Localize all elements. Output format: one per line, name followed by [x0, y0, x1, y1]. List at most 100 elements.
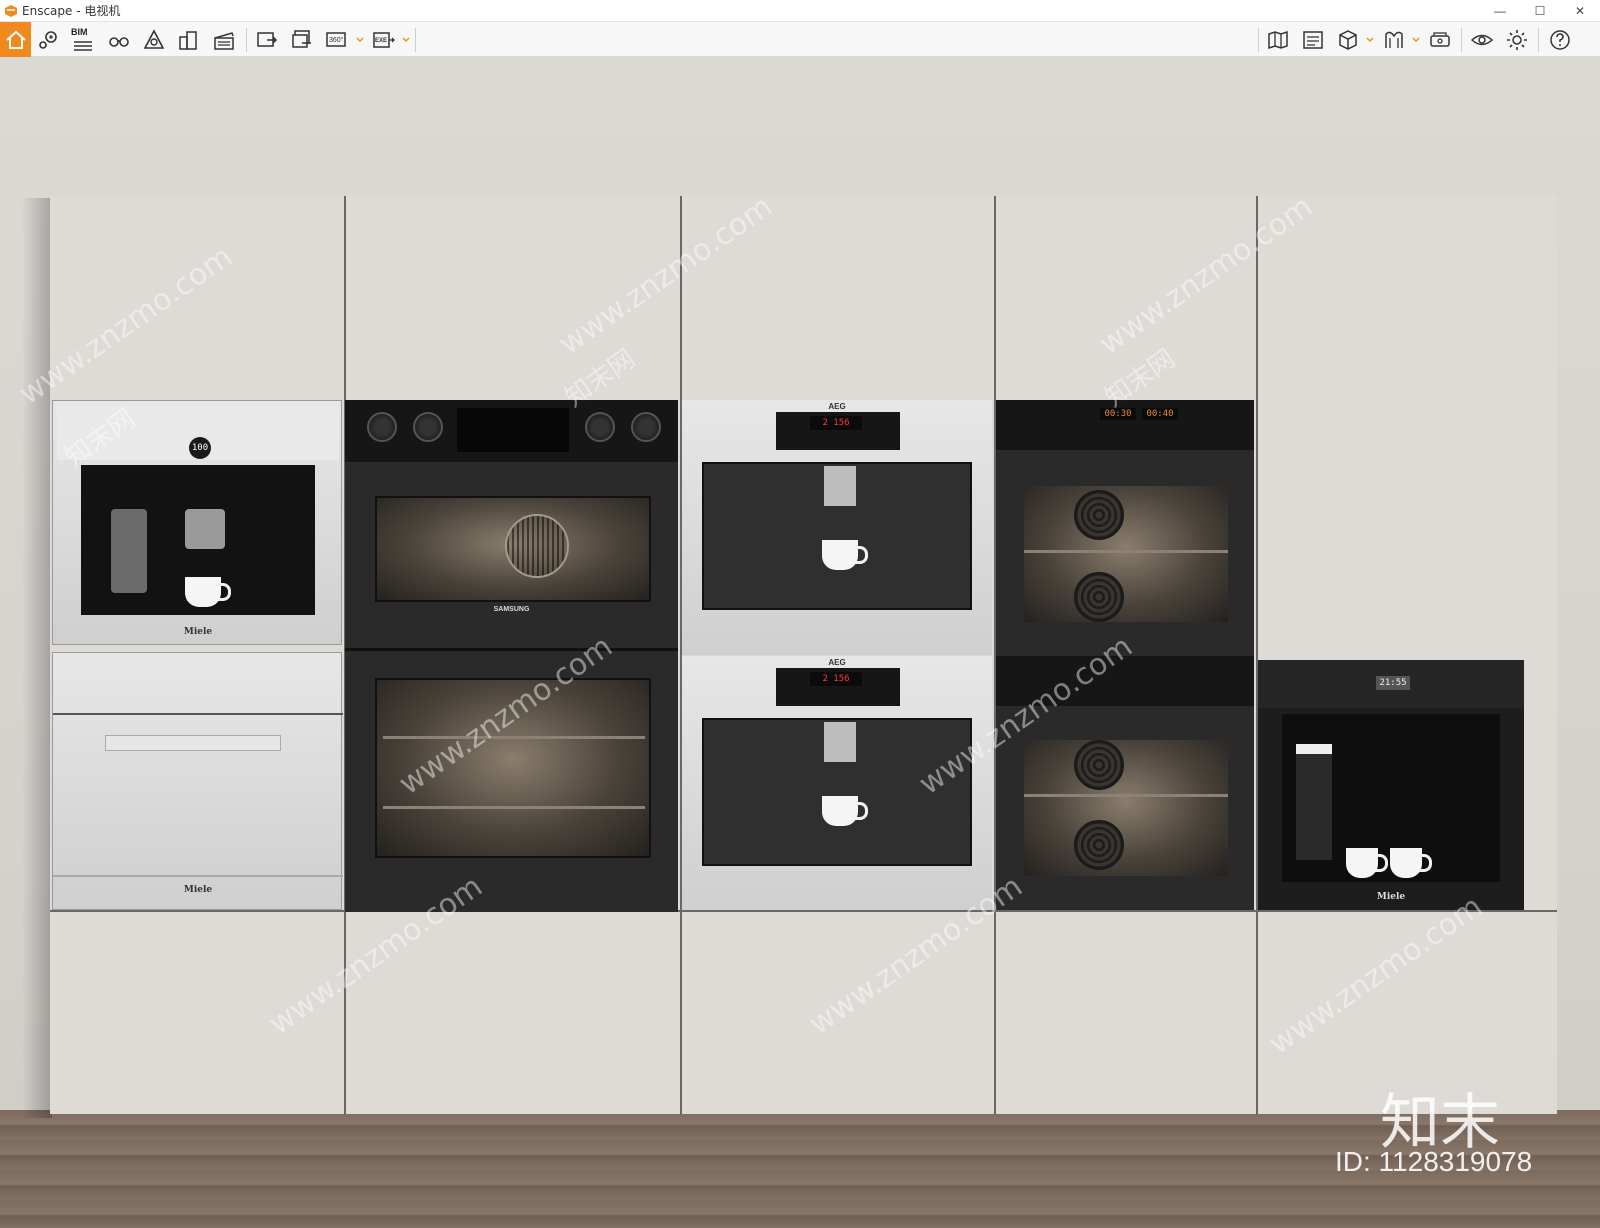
oven-knob [367, 412, 397, 442]
screenshot-icon [257, 32, 278, 47]
cabinet-divider [680, 196, 682, 1114]
maximize-button[interactable]: ☐ [1520, 0, 1560, 22]
miele-black-coffee-machine: 21:55 Miele [1258, 660, 1524, 910]
toolbar-separator [1538, 28, 1539, 52]
visual-settings-button[interactable] [1467, 25, 1497, 55]
miele-warming-drawer: Miele [52, 652, 343, 910]
panorama-dropdown-icon[interactable] [356, 36, 364, 44]
oven-control-panel [345, 400, 678, 462]
oven-knob [413, 412, 443, 442]
coffee-spout [185, 509, 225, 549]
brand-miele-top: Miele [183, 627, 213, 637]
material-editor-button[interactable] [1379, 25, 1409, 55]
coffee-bay [1282, 714, 1500, 882]
bim-button[interactable]: BIM [68, 25, 98, 55]
video-editor-button[interactable] [209, 25, 239, 55]
batch-render-button[interactable] [287, 25, 317, 55]
screenshot-button[interactable] [252, 25, 282, 55]
settings-button[interactable] [1502, 25, 1532, 55]
toolbar-separator [415, 28, 416, 52]
enscape-window: Enscape - 电视机 — ☐ ✕ BIM 360° EXE 100 Mie… [0, 0, 1600, 1228]
help-icon [1550, 30, 1570, 50]
brand-miele-bottom: Miele [183, 885, 213, 895]
export-dropdown-icon[interactable] [402, 36, 410, 44]
milk-container [1296, 744, 1332, 860]
home-button[interactable] [0, 22, 31, 57]
views-button[interactable] [34, 25, 64, 55]
oven-rack [1024, 794, 1228, 797]
minimize-button[interactable]: — [1480, 0, 1520, 22]
window-controls: — ☐ ✕ [1480, 0, 1600, 22]
oven-knob [585, 412, 615, 442]
drawer-seam [53, 713, 343, 715]
drawer-seam [53, 875, 343, 877]
miele-right-display: 21:55 [1376, 676, 1410, 690]
close-button[interactable]: ✕ [1560, 0, 1600, 22]
brand-aeg-top: AEG [828, 402, 846, 411]
samsung-double-oven: SAMSUNG [345, 400, 678, 912]
map-button[interactable] [1263, 25, 1293, 55]
buildings-button[interactable] [174, 25, 204, 55]
settings-gear-icon [1507, 30, 1527, 50]
brand-miele-right: Miele [1376, 892, 1406, 902]
oven-fan [1074, 490, 1124, 540]
bim-label: BIM [71, 27, 88, 37]
title-bar: Enscape - 电视机 — ☐ ✕ [0, 0, 1600, 22]
enscape-logo-icon [5, 4, 17, 17]
upper-oven-window [375, 496, 651, 602]
help-button[interactable] [1545, 25, 1575, 55]
convection-fan-cover [505, 514, 569, 578]
oven-window [1024, 740, 1228, 876]
cabinet-divider [1256, 196, 1258, 1114]
aeg-coffee-machine-top: AEG 2 156 [682, 400, 992, 655]
coffee-cup [1390, 848, 1432, 878]
coffee-spout [824, 466, 856, 506]
coffee-cup [1346, 848, 1388, 878]
clapper-icon [214, 32, 234, 50]
atmosphere-button[interactable] [1298, 25, 1328, 55]
binoculars-button[interactable] [104, 25, 134, 55]
miele-coffee-display: 100 [189, 437, 211, 459]
oven-rack [383, 736, 645, 739]
panorama-button[interactable]: 360° [322, 25, 352, 55]
batch-render-icon [292, 30, 311, 48]
visual-settings-icon [1470, 34, 1494, 46]
milk-container [111, 509, 147, 593]
aeg-display-top: 2 156 [810, 416, 862, 430]
oven-fan [1074, 820, 1124, 870]
brand-samsung: SAMSUNG [493, 606, 530, 613]
enscape-toolbar: BIM 360° EXE [0, 22, 1600, 57]
atmosphere-icon [1303, 31, 1323, 49]
oven-knob [631, 412, 661, 442]
oven-fan [1074, 740, 1124, 790]
cube-icon [1339, 30, 1357, 50]
coffee-spout [824, 722, 856, 762]
oven-display-window [457, 408, 569, 452]
views-icon [39, 31, 57, 49]
asset-dropdown-icon[interactable] [1366, 36, 1374, 44]
coffee-cup [822, 540, 868, 570]
render-viewport[interactable]: 100 Miele Miele SAMSUNG AEG 2 156 AEG 2 … [0, 58, 1600, 1228]
vr-headset-icon [1430, 32, 1450, 47]
asset-library-button[interactable] [1333, 25, 1363, 55]
vr-headset-button[interactable] [1425, 25, 1455, 55]
material-icon [1385, 31, 1403, 48]
oven-seam [345, 648, 678, 651]
drawer-handle [105, 735, 281, 751]
measure-icon [143, 29, 165, 49]
export-exe-button[interactable]: EXE [369, 25, 399, 55]
oven-rack [383, 806, 645, 809]
toolbar-separator [1258, 28, 1259, 52]
panorama-360-label: 360° [329, 36, 344, 44]
panorama-360-icon: 360° [326, 32, 346, 47]
map-icon [1268, 30, 1288, 50]
window-title: Enscape - 电视机 [22, 4, 121, 18]
material-dropdown-icon[interactable] [1412, 36, 1420, 44]
control-panel: 21:55 [1258, 660, 1524, 708]
buildings-icon [179, 31, 197, 50]
oven-rack [1024, 550, 1228, 553]
oven-fan [1074, 572, 1124, 622]
measure-button[interactable] [139, 25, 169, 55]
oven-window [1024, 486, 1228, 622]
aeg-display-bottom: 2 156 [810, 672, 862, 686]
